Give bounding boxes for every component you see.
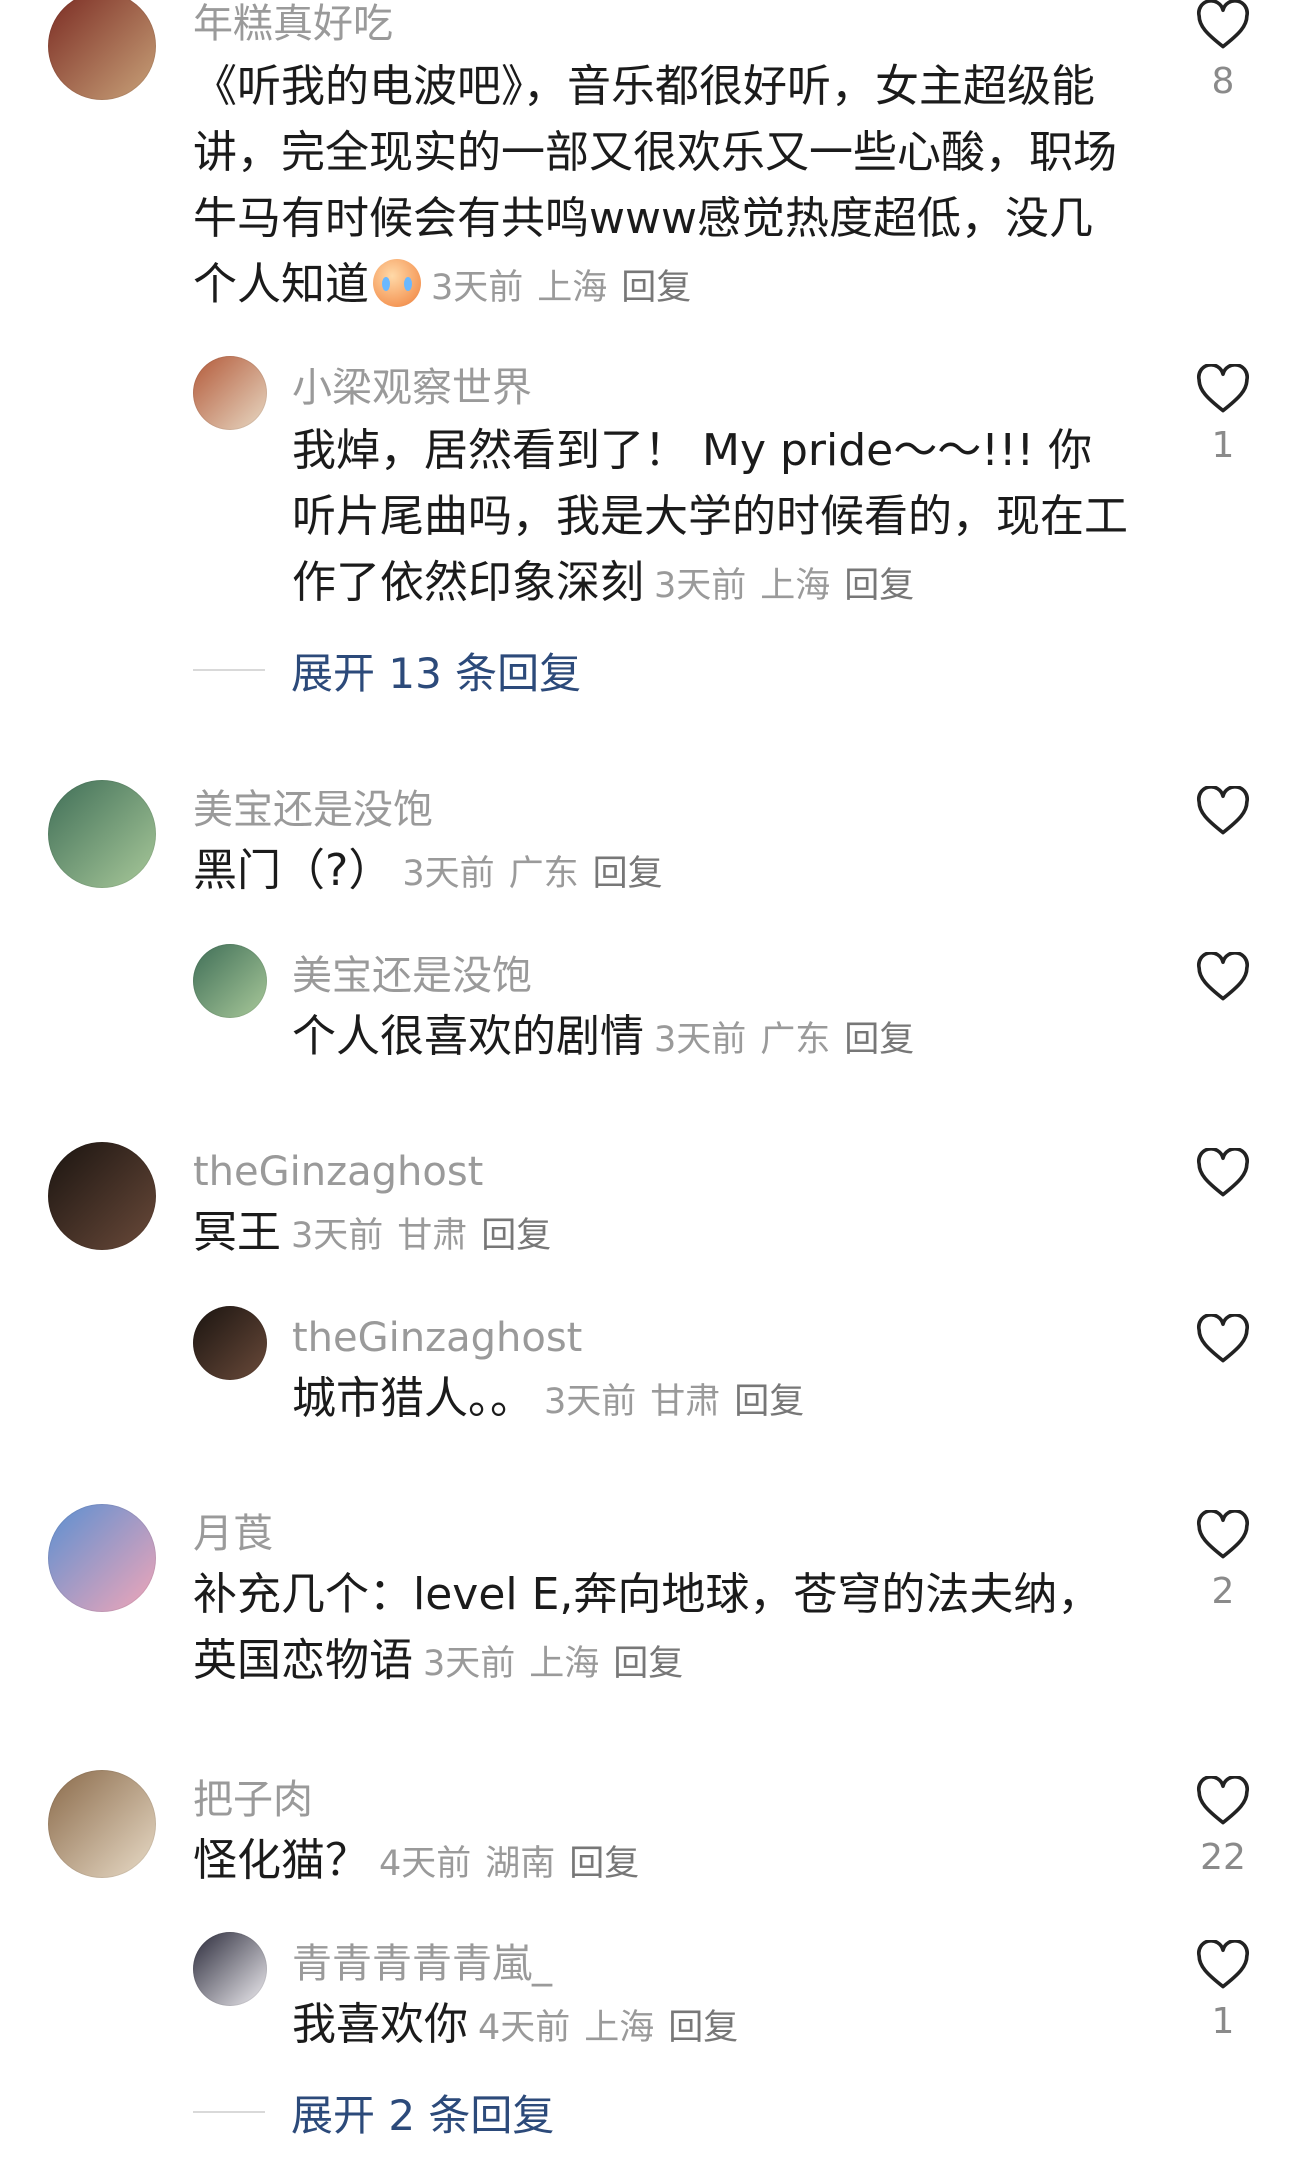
comment-username[interactable]: theGinzaghost — [193, 1148, 483, 1196]
comment-username[interactable]: 把子肉 — [193, 1776, 313, 1824]
reply-button[interactable]: 回复 — [569, 1844, 639, 1884]
like-button[interactable]: 2 — [1190, 1510, 1256, 1614]
comment-username[interactable]: 美宝还是没饱 — [193, 786, 433, 834]
comment-location: 上海 — [760, 566, 831, 606]
comment-username[interactable]: 青青青青青嵐_ — [292, 1940, 552, 1988]
like-count: 22 — [1200, 1837, 1246, 1878]
comment-text: 冥王 3天前 甘肃 回复 — [193, 1207, 552, 1258]
like-count: 8 — [1211, 61, 1235, 102]
comment-location: 湖南 — [485, 1844, 556, 1884]
crying-laugh-emoji-icon — [373, 259, 421, 307]
heart-icon — [1196, 1940, 1250, 1989]
comment-time: 3天前 — [431, 268, 524, 308]
avatar[interactable] — [48, 1770, 156, 1878]
comment-location: 甘肃 — [397, 1216, 468, 1256]
avatar[interactable] — [193, 1306, 267, 1380]
avatar[interactable] — [193, 356, 267, 430]
heart-icon — [1196, 1510, 1250, 1559]
comment-text: 怪化猫？ 4天前 湖南 回复 — [193, 1835, 640, 1886]
avatar[interactable] — [193, 944, 267, 1018]
heart-icon — [1196, 1314, 1250, 1363]
comment-time: 4天前 — [478, 2008, 571, 2048]
comment-time: 3天前 — [291, 1216, 384, 1256]
like-button[interactable] — [1190, 952, 1256, 1002]
avatar[interactable] — [48, 0, 156, 100]
reply-button[interactable]: 回复 — [844, 1020, 914, 1060]
comment-location: 上海 — [584, 2008, 655, 2048]
comment-username[interactable]: theGinzaghost — [292, 1314, 582, 1362]
comment-username[interactable]: 月莨 — [193, 1510, 273, 1558]
like-count: 1 — [1211, 2001, 1235, 2042]
like-button[interactable]: 22 — [1190, 1776, 1256, 1880]
comment-location: 广东 — [508, 854, 579, 894]
heart-icon — [1196, 1776, 1250, 1825]
comment-location: 广东 — [760, 1020, 831, 1060]
comment-location: 甘肃 — [650, 1382, 721, 1422]
divider — [193, 2111, 265, 2113]
comment-time: 3天前 — [654, 1020, 747, 1060]
expand-replies-button[interactable]: 展开 13 条回复 — [193, 640, 581, 700]
expand-replies-label: 展开 2 条回复 — [291, 2090, 555, 2140]
comment-location: 上海 — [529, 1644, 600, 1684]
heart-icon — [1196, 0, 1250, 49]
reply-button[interactable]: 回复 — [668, 2008, 738, 2048]
reply-button[interactable]: 回复 — [481, 1216, 551, 1256]
reply-button[interactable]: 回复 — [844, 566, 914, 606]
comment-time: 3天前 — [423, 1644, 516, 1684]
comment-text: 补充几个：level E,奔向地球，苍穹的法夫纳，英国恋物语 3天前 上海 回复 — [193, 1569, 1102, 1686]
comment-time: 3天前 — [544, 1382, 637, 1422]
heart-icon — [1196, 1148, 1250, 1197]
comment-time: 4天前 — [379, 1844, 472, 1884]
like-count: 1 — [1211, 425, 1235, 466]
comment-location: 上海 — [537, 268, 608, 308]
comment-text: 我焯，居然看到了！ My pride～～!!! 你听片尾曲吗，我是大学的时候看的… — [292, 425, 1128, 608]
avatar[interactable] — [193, 1932, 267, 2006]
heart-icon — [1196, 364, 1250, 413]
like-button[interactable]: 8 — [1190, 0, 1256, 104]
comment-username[interactable]: 美宝还是没饱 — [292, 952, 532, 1000]
reply-button[interactable]: 回复 — [621, 268, 691, 308]
comment-text: 城市猎人。。 3天前 甘肃 回复 — [292, 1373, 805, 1424]
reply-button[interactable]: 回复 — [613, 1644, 683, 1684]
heart-icon — [1196, 786, 1250, 835]
expand-replies-label: 展开 13 条回复 — [291, 648, 582, 698]
comment-time: 3天前 — [654, 566, 747, 606]
comment-text: 《听我的电波吧》，音乐都很好听，女主超级能讲，完全现实的一部又很欢乐又一些心酸，… — [193, 61, 1117, 310]
like-button[interactable]: 1 — [1190, 364, 1256, 468]
like-button[interactable] — [1190, 786, 1256, 836]
heart-icon — [1196, 952, 1250, 1001]
reply-button[interactable]: 回复 — [593, 854, 663, 894]
like-count: 2 — [1211, 1571, 1235, 1612]
reply-button[interactable]: 回复 — [734, 1382, 804, 1422]
avatar[interactable] — [48, 1504, 156, 1612]
avatar[interactable] — [48, 1142, 156, 1250]
comment-time: 3天前 — [402, 854, 495, 894]
expand-replies-button[interactable]: 展开 2 条回复 — [193, 2082, 554, 2142]
comment-username[interactable]: 小梁观察世界 — [292, 364, 532, 412]
like-button[interactable] — [1190, 1314, 1256, 1364]
avatar[interactable] — [48, 780, 156, 888]
comment-text: 黑门（?） 3天前 广东 回复 — [193, 845, 663, 896]
divider — [193, 669, 265, 671]
comment-username[interactable]: 年糕真好吃 — [193, 0, 393, 48]
comment-text: 个人很喜欢的剧情 3天前 广东 回复 — [292, 1011, 915, 1062]
comment-text: 我喜欢你 4天前 上海 回复 — [292, 1999, 739, 2050]
like-button[interactable] — [1190, 1148, 1256, 1198]
like-button[interactable]: 1 — [1190, 1940, 1256, 2044]
